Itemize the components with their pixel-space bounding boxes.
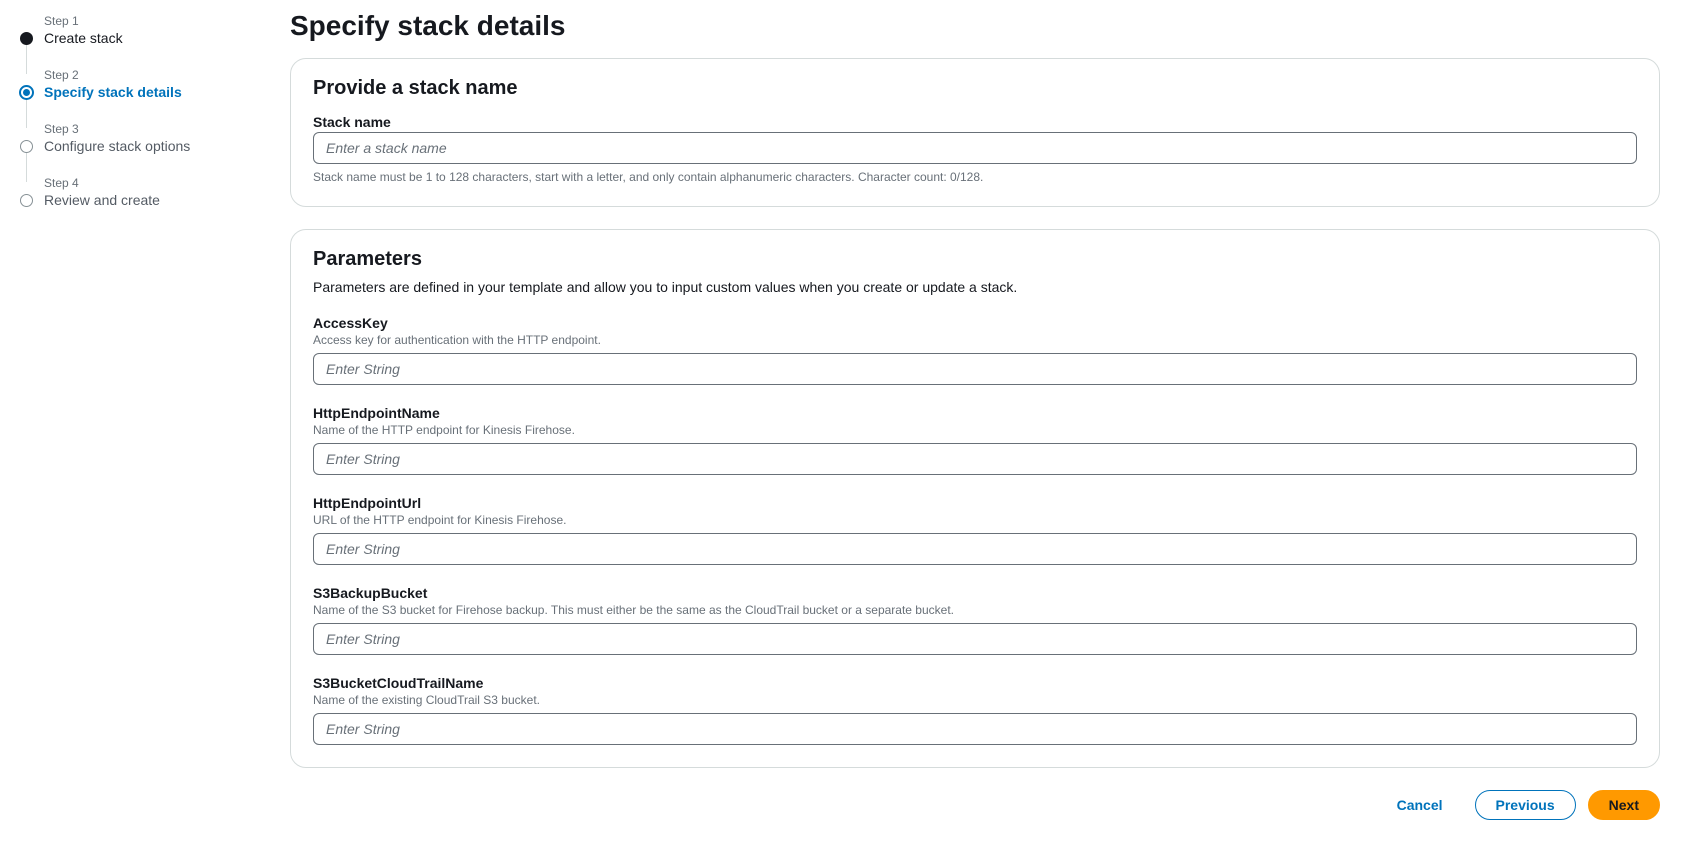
cancel-button[interactable]: Cancel xyxy=(1377,791,1463,819)
parameter-s3bucketcloudtrailname: S3BucketCloudTrailName Name of the exist… xyxy=(313,675,1637,745)
step-marker-pending-icon xyxy=(20,140,33,153)
main-content: Specify stack details Provide a stack na… xyxy=(290,10,1660,820)
provide-stack-name-panel: Provide a stack name Stack name Stack na… xyxy=(290,58,1660,207)
parameter-desc: Name of the HTTP endpoint for Kinesis Fi… xyxy=(313,423,1637,437)
parameter-s3bucketcloudtrailname-input[interactable] xyxy=(313,713,1637,745)
footer-buttons: Cancel Previous Next xyxy=(290,790,1660,820)
parameter-accesskey-input[interactable] xyxy=(313,353,1637,385)
previous-button[interactable]: Previous xyxy=(1475,790,1576,820)
stack-name-input[interactable] xyxy=(313,132,1637,164)
parameter-s3backupbucket: S3BackupBucket Name of the S3 bucket for… xyxy=(313,585,1637,655)
step-marker-completed-icon xyxy=(20,32,33,45)
parameter-httpendpointname-input[interactable] xyxy=(313,443,1637,475)
parameter-accesskey: AccessKey Access key for authentication … xyxy=(313,315,1637,385)
parameter-desc: Name of the existing CloudTrail S3 bucke… xyxy=(313,693,1637,707)
stack-name-label: Stack name xyxy=(313,114,1637,130)
wizard-steps-nav: Step 1 Create stack Step 2 Specify stack… xyxy=(20,10,250,820)
parameter-desc: Name of the S3 bucket for Firehose backu… xyxy=(313,603,1637,617)
step-3-title: Configure stack options xyxy=(44,138,250,154)
parameter-httpendpointurl: HttpEndpointUrl URL of the HTTP endpoint… xyxy=(313,495,1637,565)
step-2-title: Specify stack details xyxy=(44,84,250,100)
parameter-s3backupbucket-input[interactable] xyxy=(313,623,1637,655)
parameters-panel: Parameters Parameters are defined in you… xyxy=(290,229,1660,768)
step-4-title: Review and create xyxy=(44,192,250,208)
stack-name-field: Stack name Stack name must be 1 to 128 c… xyxy=(313,114,1637,184)
step-3-label: Step 3 xyxy=(44,122,250,136)
parameter-label: AccessKey xyxy=(313,315,1637,331)
step-marker-pending-icon xyxy=(20,194,33,207)
stack-name-hint: Stack name must be 1 to 128 characters, … xyxy=(313,170,1637,184)
parameter-label: HttpEndpointName xyxy=(313,405,1637,421)
parameters-title: Parameters xyxy=(313,248,1637,271)
parameter-label: S3BucketCloudTrailName xyxy=(313,675,1637,691)
parameters-description: Parameters are defined in your template … xyxy=(313,279,1637,295)
step-4-review-and-create[interactable]: Step 4 Review and create xyxy=(20,176,250,230)
step-1-label: Step 1 xyxy=(44,14,250,28)
parameter-desc: Access key for authentication with the H… xyxy=(313,333,1637,347)
step-2-specify-stack-details[interactable]: Step 2 Specify stack details xyxy=(20,68,250,122)
parameter-httpendpointurl-input[interactable] xyxy=(313,533,1637,565)
parameter-label: HttpEndpointUrl xyxy=(313,495,1637,511)
step-3-configure-stack-options[interactable]: Step 3 Configure stack options xyxy=(20,122,250,176)
step-marker-active-icon xyxy=(19,85,34,100)
parameter-httpendpointname: HttpEndpointName Name of the HTTP endpoi… xyxy=(313,405,1637,475)
step-1-create-stack[interactable]: Step 1 Create stack xyxy=(20,14,250,68)
step-4-label: Step 4 xyxy=(44,176,250,190)
next-button[interactable]: Next xyxy=(1588,790,1660,820)
provide-stack-name-title: Provide a stack name xyxy=(313,77,1637,100)
parameter-label: S3BackupBucket xyxy=(313,585,1637,601)
step-2-label: Step 2 xyxy=(44,68,250,82)
page-title: Specify stack details xyxy=(290,10,1660,42)
step-1-title: Create stack xyxy=(44,30,250,46)
parameter-desc: URL of the HTTP endpoint for Kinesis Fir… xyxy=(313,513,1637,527)
